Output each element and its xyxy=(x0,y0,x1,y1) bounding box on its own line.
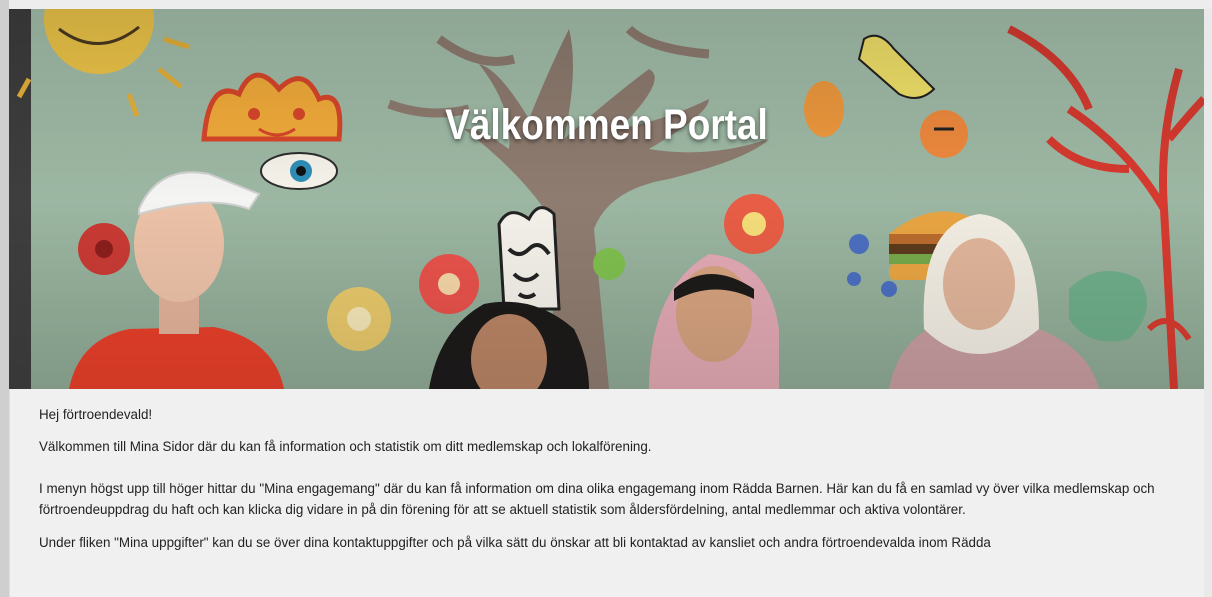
left-edge xyxy=(0,0,9,597)
welcome-content: Hej förtroendevald! Välkommen till Mina … xyxy=(9,389,1204,597)
greeting-text: Hej förtroendevald! xyxy=(39,407,153,422)
menu-info-text: I menyn högst upp till höger hittar du "… xyxy=(39,481,1155,517)
intro-text: Välkommen till Mina Sidor där du kan få … xyxy=(39,439,652,454)
top-edge xyxy=(0,0,1212,9)
details-info-text: Under fliken "Mina uppgifter" kan du se … xyxy=(39,535,991,550)
right-edge xyxy=(1204,9,1212,597)
hero-banner: Välkommen Portal xyxy=(9,9,1204,389)
page-title: Välkommen Portal xyxy=(445,101,768,149)
hero-image xyxy=(9,9,1204,389)
